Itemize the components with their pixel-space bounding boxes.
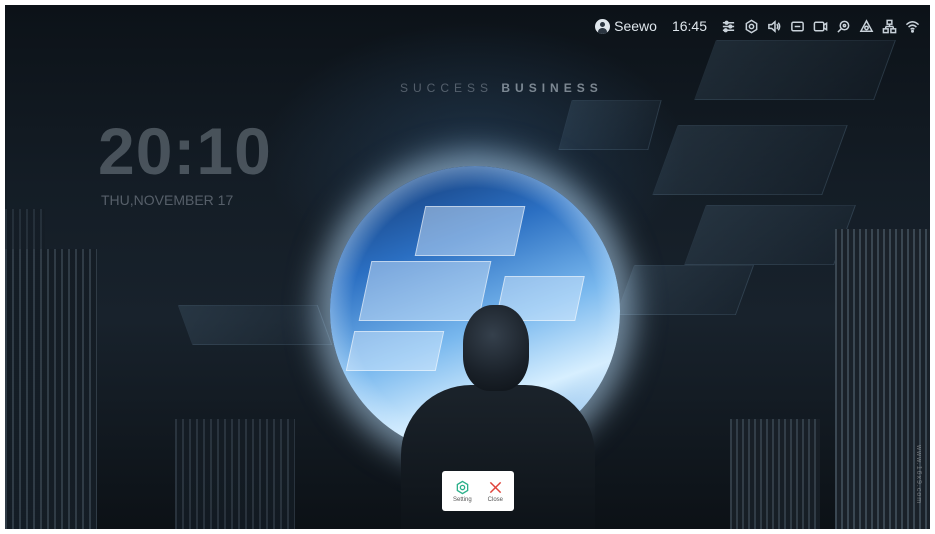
ceiling-panel <box>694 40 896 100</box>
close-label: Close <box>487 496 503 503</box>
lock-clock: 20:10 <box>98 114 272 188</box>
status-time: 16:45 <box>671 18 707 34</box>
ceiling-panel <box>558 100 662 150</box>
search-icon[interactable] <box>835 18 851 34</box>
building-right-low <box>730 419 820 529</box>
watermark: www.16x9.com <box>915 445 922 505</box>
close-button[interactable]: Close <box>488 480 503 503</box>
user-name: Seewo <box>614 18 657 34</box>
person-silhouette-head <box>463 305 529 391</box>
status-bar: Seewo 16:45 <box>595 14 920 38</box>
sliders-icon[interactable] <box>720 18 736 34</box>
tagline-bold: BUSINESS <box>501 81 603 95</box>
network-icon[interactable] <box>881 18 897 34</box>
setting-icon <box>456 480 469 494</box>
ceiling-panel <box>177 305 333 345</box>
spotlight-pane <box>345 331 445 371</box>
avatar-icon <box>595 18 611 34</box>
tagline: SUCCESS BUSINESS <box>400 81 603 95</box>
record-icon[interactable] <box>812 18 828 34</box>
gear-icon[interactable] <box>743 18 759 34</box>
setting-label: Setting <box>452 496 472 503</box>
desktop-screen: SUCCESS BUSINESS 20:10 THU,NOVEMBER 17 S… <box>5 5 930 529</box>
spotlight-pane <box>358 261 492 321</box>
lock-date: THU,NOVEMBER 17 <box>101 192 234 208</box>
volume-icon[interactable] <box>766 18 782 34</box>
user-account[interactable]: Seewo <box>595 18 657 34</box>
ceiling-panel <box>652 125 848 195</box>
quick-action-popup: Setting Close <box>442 471 514 511</box>
ceiling-panel <box>615 265 755 315</box>
ceiling-panel <box>684 205 856 265</box>
screen-icon[interactable] <box>789 18 805 34</box>
building-left-low <box>175 419 295 529</box>
building-left-2 <box>5 209 45 529</box>
wifi-icon[interactable] <box>904 18 920 34</box>
tagline-light: SUCCESS <box>400 81 494 95</box>
setting-button[interactable]: Setting <box>453 480 472 503</box>
close-icon <box>489 481 502 493</box>
spotlight-pane <box>414 206 526 256</box>
cloud-icon[interactable] <box>858 18 874 34</box>
